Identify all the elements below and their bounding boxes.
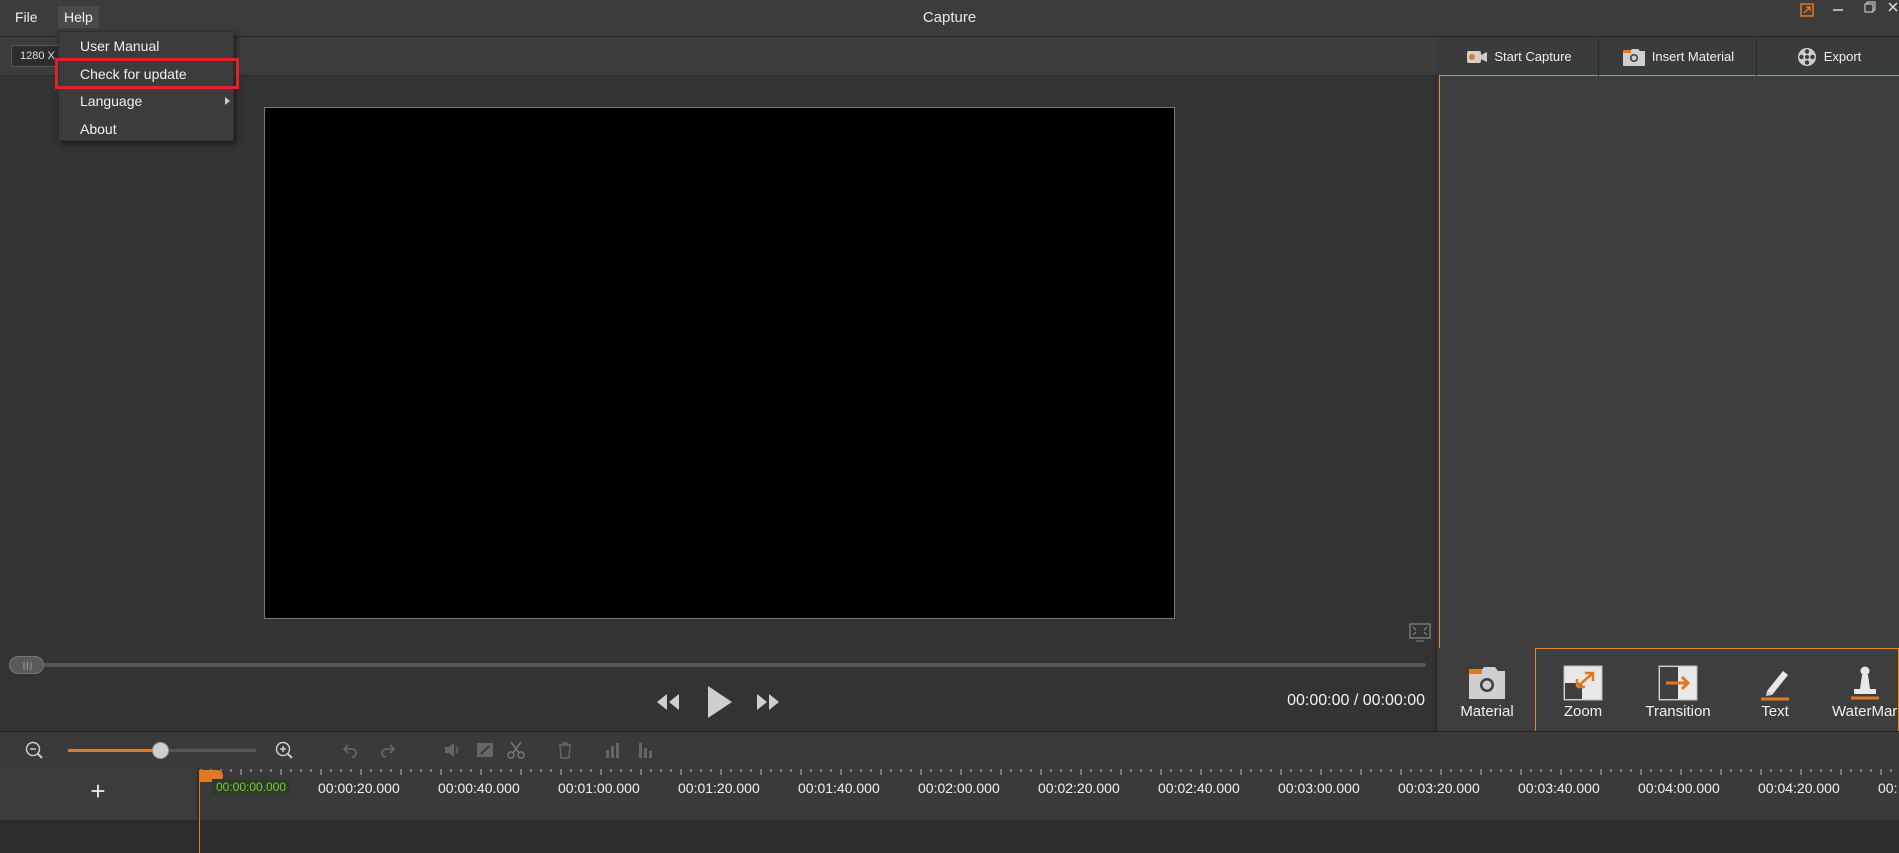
app-title: Capture xyxy=(922,9,977,26)
insert-material-button[interactable]: Insert Material xyxy=(1600,38,1757,76)
tab-watermark-label: WaterMar xyxy=(1832,703,1898,720)
ruler-label: 00:01:20.000 xyxy=(678,780,760,796)
rewind-button[interactable] xyxy=(653,690,683,714)
delete-icon[interactable] xyxy=(555,740,575,760)
play-button[interactable] xyxy=(704,684,734,720)
scissors-icon[interactable] xyxy=(506,740,526,760)
tab-text[interactable]: Text xyxy=(1730,665,1820,727)
camera-folder-icon xyxy=(1442,665,1532,701)
add-track-button[interactable]: + xyxy=(86,778,110,804)
video-camera-icon xyxy=(1466,49,1488,65)
restore-window-icon[interactable] xyxy=(1795,2,1819,22)
tab-transition[interactable]: Transition xyxy=(1633,665,1723,727)
export-button[interactable]: Export xyxy=(1758,38,1899,76)
pencil-icon xyxy=(1730,665,1820,701)
ruler-label: 00:00:40.000 xyxy=(438,780,520,796)
submenu-arrow-icon xyxy=(225,97,230,105)
redo-icon[interactable] xyxy=(378,740,398,760)
ruler-label: 00:02:40.000 xyxy=(1158,780,1240,796)
ruler-label: 00:03:00.000 xyxy=(1278,780,1360,796)
tab-material[interactable]: Material xyxy=(1442,665,1532,727)
ruler-label: 00:04:20.000 xyxy=(1758,780,1840,796)
export-label: Export xyxy=(1823,49,1862,64)
ruler-label: 00:00:20.000 xyxy=(318,780,400,796)
timeline-zoom-fill xyxy=(68,749,161,752)
ruler-label: 00:02:20.000 xyxy=(1038,780,1120,796)
tab-transition-label: Transition xyxy=(1645,703,1711,720)
zoom-out-icon[interactable] xyxy=(24,740,44,760)
volume-icon[interactable] xyxy=(442,740,462,760)
ruler-label: 00:03:20.000 xyxy=(1398,780,1480,796)
zoom-in-icon[interactable] xyxy=(274,740,294,760)
ruler-ticks xyxy=(200,769,1892,775)
time-display: 00:00:00 / 00:00:00 xyxy=(1287,692,1425,709)
undo-icon[interactable] xyxy=(340,740,360,760)
playhead-line xyxy=(199,770,200,853)
minimize-button[interactable] xyxy=(1826,0,1850,20)
menu-item-language[interactable]: Language xyxy=(59,88,233,114)
maximize-button[interactable] xyxy=(1858,0,1882,20)
ruler-label: 00:01:00.000 xyxy=(558,780,640,796)
stamp-icon xyxy=(1820,665,1899,701)
tab-zoom[interactable]: Zoom xyxy=(1538,665,1628,727)
zoom-arrows-icon xyxy=(1538,665,1628,701)
close-button[interactable] xyxy=(1886,0,1899,20)
audio-levels-icon[interactable] xyxy=(603,740,623,760)
start-capture-label: Start Capture xyxy=(1494,49,1572,64)
tab-watermark[interactable]: WaterMar xyxy=(1820,665,1899,727)
playback-progress-track[interactable] xyxy=(12,663,1426,667)
video-preview-canvas xyxy=(264,107,1175,619)
ruler-label: 00:04:00.000 xyxy=(1638,780,1720,796)
right-panel xyxy=(1439,38,1899,731)
start-capture-button[interactable]: Start Capture xyxy=(1440,38,1599,76)
tab-text-label: Text xyxy=(1761,703,1789,720)
ruler-label: 00:01:40.000 xyxy=(798,780,880,796)
tab-zoom-label: Zoom xyxy=(1563,703,1603,720)
fast-forward-button[interactable] xyxy=(753,690,783,714)
ruler-label: 00: xyxy=(1878,780,1898,796)
audio-waveform-icon[interactable] xyxy=(636,740,656,760)
ruler-label: 00:02:00.000 xyxy=(918,780,1000,796)
transition-arrow-icon xyxy=(1633,665,1723,701)
playhead-time: 00:00:00.000 xyxy=(212,779,291,795)
insert-material-label: Insert Material xyxy=(1651,49,1735,64)
ruler-label: 00:03:40.000 xyxy=(1518,780,1600,796)
track-label-area xyxy=(0,821,198,853)
edit-clip-icon[interactable] xyxy=(475,740,495,760)
camera-folder-icon xyxy=(1622,47,1646,67)
highlight-annotation-box xyxy=(55,58,239,89)
tab-material-label: Material xyxy=(1460,703,1514,720)
film-reel-icon xyxy=(1796,46,1818,68)
menu-item-about[interactable]: About xyxy=(59,116,233,142)
playback-progress-handle[interactable] xyxy=(9,656,44,674)
timeline-zoom-handle[interactable] xyxy=(152,742,170,759)
fullscreen-icon[interactable] xyxy=(1408,622,1432,644)
menu-item-user-manual[interactable]: User Manual xyxy=(59,33,233,59)
